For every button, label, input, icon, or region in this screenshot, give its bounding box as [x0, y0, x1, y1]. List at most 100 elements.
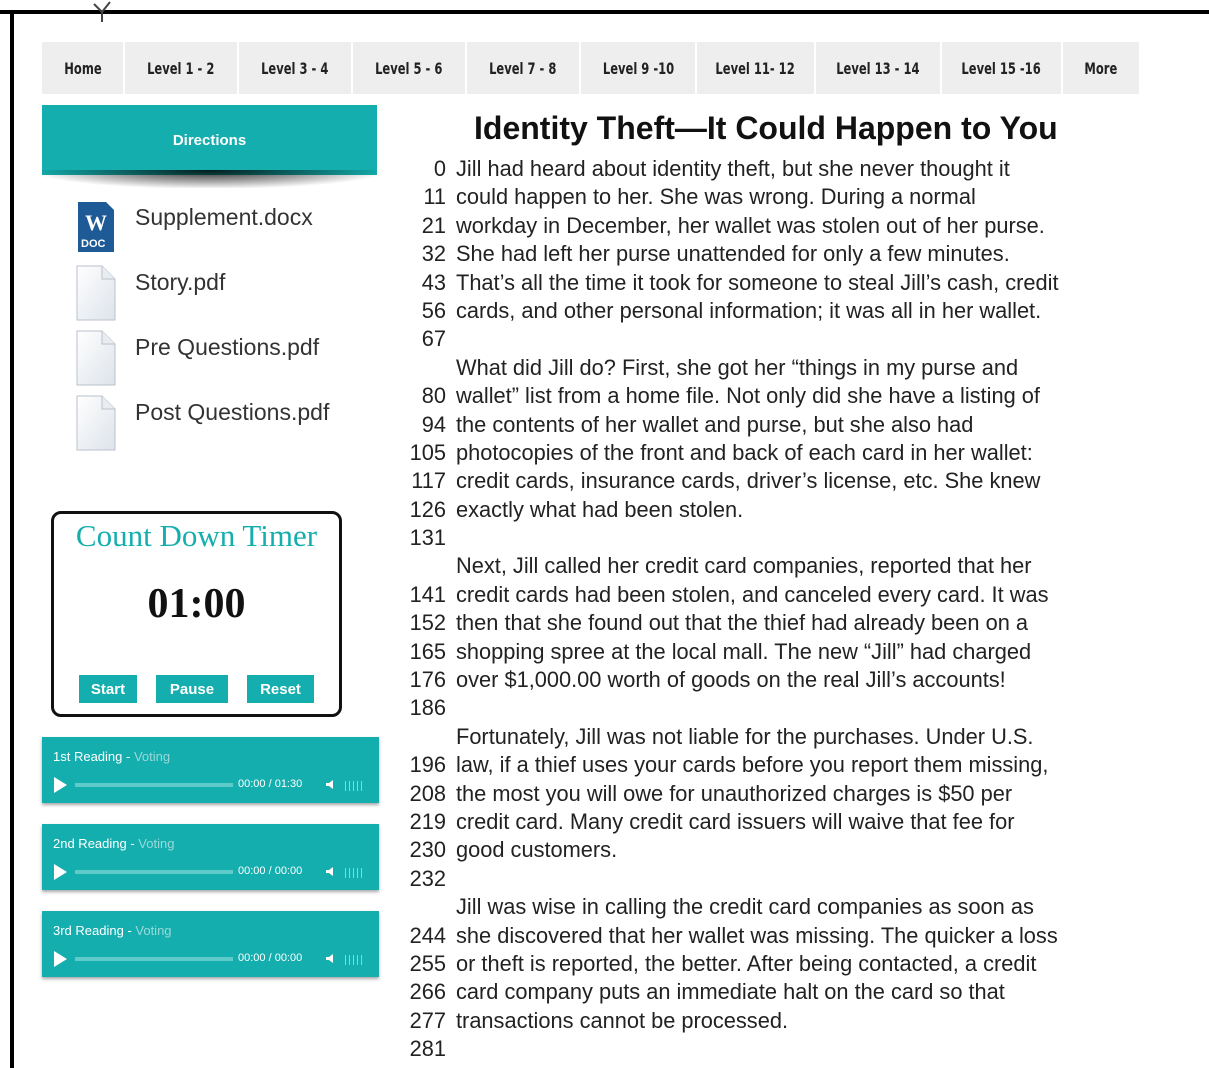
svg-text:W: W [85, 210, 107, 235]
story-line-text: exactly what had been stolen. [456, 496, 744, 522]
voting-link[interactable]: Voting [138, 836, 174, 851]
nav-item-level-7-8[interactable]: Level 7 - 8 [467, 42, 581, 94]
nav-item-level-13-14[interactable]: Level 13 - 14 [816, 42, 942, 94]
story-line: 176 over $1,000.00 worth of goods on the … [398, 666, 1158, 694]
file-link-supplement[interactable]: W DOC Supplement.docx [76, 200, 313, 254]
nav-item-level-5-6[interactable]: Level 5 - 6 [353, 42, 467, 94]
directions-button[interactable]: Directions [42, 105, 377, 175]
voting-link[interactable]: Voting [135, 923, 171, 938]
story-line: 21 workday in December, her wallet was st… [398, 212, 1158, 240]
story-line-text: She had left her purse unattended for on… [456, 241, 1010, 267]
word-count-number: 186 [409, 695, 446, 721]
time-readout: 00:00 / 00:00 [238, 952, 303, 964]
word-count-number: 255 [409, 950, 446, 976]
story-line-text: cards, and other personal information; i… [456, 297, 1042, 323]
nav-item-level-11-12[interactable]: Level 11- 12 [697, 42, 816, 94]
volume-slider[interactable] [345, 955, 365, 965]
word-count-number: 117 [411, 468, 446, 494]
timer-start-button[interactable]: Start [79, 675, 137, 703]
word-count-number: 196 [409, 752, 446, 778]
story-line-text: the contents of her wallet and purse, bu… [456, 411, 974, 437]
timer-value: 01:00 [147, 581, 246, 627]
story-line-text: Fortunately, Jill was not liable for the… [456, 723, 1034, 749]
story-line: 67 [398, 325, 1158, 353]
progress-track[interactable] [75, 783, 233, 787]
volume-icon[interactable] [326, 867, 335, 876]
word-count-number: 80 [421, 383, 446, 409]
logo-icon [93, 1, 111, 22]
nav-item-home[interactable]: Home [42, 42, 125, 94]
page-frame-top [0, 10, 1209, 14]
story-line: What did Jill do? First, she got her “th… [398, 354, 1158, 382]
story-line: 43 That’s all the time it took for someon… [398, 269, 1158, 297]
story-line: 56 cards, and other personal information;… [398, 297, 1158, 325]
time-readout: 00:00 / 01:30 [238, 778, 303, 790]
word-count-number: 232 [409, 865, 446, 891]
story-line-text: good customers. [456, 837, 618, 863]
word-count-number [398, 552, 446, 580]
word-count-number: 0 [433, 156, 446, 181]
directions-label: Directions [172, 131, 247, 149]
story-line-text: credit cards had been stolen, and cancel… [456, 581, 1049, 607]
story-line: 244 she discovered that her wallet was mi… [398, 922, 1158, 950]
word-count-number: 230 [409, 837, 446, 863]
word-count-number: 67 [421, 326, 446, 352]
voting-link[interactable]: Voting [134, 749, 170, 764]
story-line-text: the most you will owe for unauthorized c… [456, 780, 1013, 806]
directions-shadow [42, 170, 377, 188]
volume-slider[interactable] [345, 868, 365, 878]
nav-item-more[interactable]: More [1063, 42, 1139, 94]
file-link-pre-questions[interactable]: Pre Questions.pdf [76, 330, 319, 386]
story-line: 196 law, if a thief uses your cards befor… [398, 751, 1158, 779]
audio-player-1st-reading: 1st Reading - Voting 00:00 / 01:30 [42, 737, 379, 803]
story-line-text: or theft is reported, the better. After … [456, 950, 1037, 976]
file-name: Story.pdf [135, 269, 226, 295]
word-count-number: 126 [409, 496, 446, 522]
story-line-text: wallet” list from a home file. Not only … [456, 383, 1040, 409]
countdown-timer: Count Down Timer 01:00 Start Pause Reset [51, 511, 342, 717]
story-line-text: photocopies of the front and back of eac… [456, 439, 1033, 465]
doc-badge: DOC [81, 238, 106, 250]
story-line: 219 credit card. Many credit card issuers… [398, 808, 1158, 836]
play-icon[interactable] [54, 864, 67, 880]
nav-item-level-9-10[interactable]: Level 9 -10 [581, 42, 697, 94]
volume-icon[interactable] [326, 780, 335, 789]
play-icon[interactable] [54, 777, 67, 793]
story-line: 80 wallet” list from a home file. Not onl… [398, 382, 1158, 410]
story-line-text: law, if a thief uses your cards before y… [456, 752, 1049, 778]
timer-reset-button[interactable]: Reset [247, 675, 314, 703]
word-count-number: 43 [421, 269, 446, 295]
volume-icon[interactable] [326, 954, 335, 963]
play-icon[interactable] [54, 951, 67, 967]
file-icon [76, 330, 116, 386]
story-line: 230 good customers. [398, 836, 1158, 864]
audio-player-3rd-reading: 3rd Reading - Voting 00:00 / 00:00 [42, 911, 379, 977]
story-line: 281 [398, 1035, 1158, 1063]
story-line-text: workday in December, her wallet was stol… [456, 212, 1045, 238]
story-line: 141 credit cards had been stolen, and can… [398, 581, 1158, 609]
word-count-number: 56 [421, 297, 446, 323]
file-name: Supplement.docx [135, 204, 313, 230]
file-link-post-questions[interactable]: Post Questions.pdf [76, 395, 329, 451]
progress-track[interactable] [75, 957, 233, 961]
time-readout: 00:00 / 00:00 [238, 865, 303, 877]
nav-item-level-3-4[interactable]: Level 3 - 4 [239, 42, 353, 94]
story-line: 232 [398, 865, 1158, 893]
nav-item-level-15-16[interactable]: Level 15 -16 [942, 42, 1063, 94]
audio-player-2nd-reading: 2nd Reading - Voting 00:00 / 00:00 [42, 824, 379, 890]
word-count-number: 219 [409, 808, 446, 834]
story-line-text: transactions cannot be processed. [456, 1007, 788, 1033]
timer-pause-button[interactable]: Pause [156, 675, 228, 703]
story-line: 0 Jill had heard about identity theft, bu… [398, 155, 1158, 183]
story-line-text: over $1,000.00 worth of goods on the rea… [456, 667, 1006, 693]
volume-slider[interactable] [345, 781, 365, 791]
nav-item-level-1-2[interactable]: Level 1 - 2 [125, 42, 239, 94]
story-line: Fortunately, Jill was not liable for the… [398, 723, 1158, 751]
story-line-text: shopping spree at the local mall. The ne… [456, 638, 1032, 664]
word-count-number: 266 [409, 979, 446, 1005]
story-line-text: Jill was wise in calling the credit card… [456, 894, 1034, 920]
word-doc-icon: W DOC [76, 200, 116, 254]
word-count-number: 105 [409, 439, 446, 465]
file-link-story[interactable]: Story.pdf [76, 265, 226, 321]
progress-track[interactable] [75, 870, 233, 874]
